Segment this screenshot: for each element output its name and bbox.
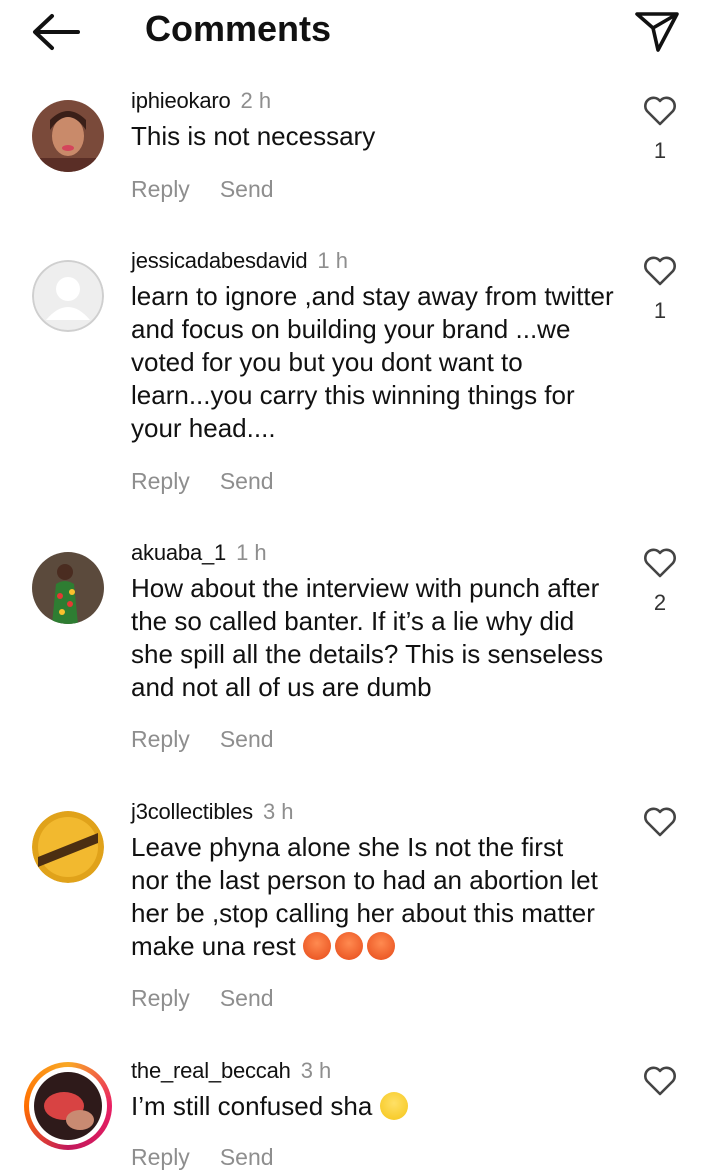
comment-actions: Reply Send (131, 985, 274, 1012)
comment-text: Leave phyna alone she Is not the first n… (131, 831, 601, 963)
header-bar: Comments (0, 0, 720, 64)
send-button[interactable]: Send (220, 1144, 274, 1170)
like-button[interactable] (640, 1060, 680, 1100)
like-button[interactable] (640, 542, 680, 582)
comment-actions: Reply Send (131, 176, 274, 203)
username[interactable]: the_real_beccah (131, 1058, 291, 1083)
comment-text: How about the interview with punch after… (131, 573, 604, 702)
send-button[interactable]: Send (220, 726, 274, 752)
like-count: 1 (653, 298, 667, 323)
like-button[interactable] (640, 90, 680, 130)
comment-meta: j3collectibles 3 h (131, 799, 294, 825)
like-button[interactable] (640, 801, 680, 841)
comment-meta: iphieokaro 2 h (131, 88, 271, 114)
send-button[interactable]: Send (220, 468, 274, 494)
comment-text: learn to ignore ,and stay away from twit… (131, 281, 614, 443)
reply-button[interactable]: Reply (131, 985, 190, 1011)
comment-text: This is not necessary (131, 121, 376, 151)
send-button[interactable]: Send (220, 985, 274, 1011)
reply-button[interactable]: Reply (131, 176, 190, 202)
comment-time: 1 h (236, 540, 267, 565)
comment-time: 3 h (262, 799, 294, 824)
comment-time: 2 h (240, 88, 272, 113)
share-button[interactable] (632, 6, 682, 56)
avatar[interactable] (32, 100, 104, 172)
angry-face-emoji (302, 932, 331, 960)
comment-text: I’m still confused sha (131, 1090, 621, 1123)
avatar-story-gap (29, 1067, 107, 1145)
heart-icon (644, 96, 676, 126)
reply-button[interactable]: Reply (131, 1144, 190, 1170)
smiling-face-with-tear-emoji (379, 1092, 408, 1120)
reply-button[interactable]: Reply (131, 726, 190, 752)
like-count: 1 (653, 138, 667, 163)
avatar[interactable] (32, 552, 104, 624)
heart-icon (644, 256, 676, 286)
angry-face-emoji (366, 932, 395, 960)
reply-button[interactable]: Reply (131, 468, 190, 494)
avatar[interactable] (32, 260, 104, 332)
username[interactable]: akuaba_1 (131, 540, 226, 565)
avatar (34, 1072, 102, 1140)
send-button[interactable]: Send (220, 176, 274, 202)
back-button[interactable] (30, 12, 82, 52)
comment-actions: Reply Send (131, 726, 274, 753)
username[interactable]: iphieokaro (131, 88, 231, 113)
comment-text-content: Leave phyna alone she Is not the first n… (131, 832, 598, 961)
angry-face-emoji (334, 932, 363, 960)
page-title: Comments (145, 8, 332, 49)
comment-time: 3 h (300, 1058, 332, 1083)
comment-meta: akuaba_1 1 h (131, 540, 267, 566)
username[interactable]: j3collectibles (131, 799, 253, 824)
comment-actions: Reply Send (131, 468, 274, 495)
avatar[interactable] (32, 811, 104, 883)
username[interactable]: jessicadabesdavid (131, 248, 308, 273)
heart-icon (644, 1066, 676, 1096)
comment-actions: Reply Send (131, 1144, 274, 1171)
paper-plane-icon (635, 12, 679, 52)
like-button[interactable] (640, 250, 680, 290)
heart-icon (644, 807, 676, 837)
comment-meta: the_real_beccah 3 h (131, 1058, 331, 1084)
comment-time: 1 h (317, 248, 348, 273)
like-count: 2 (653, 590, 667, 615)
heart-icon (644, 548, 676, 578)
arrow-left-icon (33, 14, 80, 50)
comment-meta: jessicadabesdavid 1 h (131, 248, 348, 274)
avatar-story-ring[interactable] (24, 1062, 112, 1150)
comment-text-content: I’m still confused sha (131, 1091, 373, 1121)
